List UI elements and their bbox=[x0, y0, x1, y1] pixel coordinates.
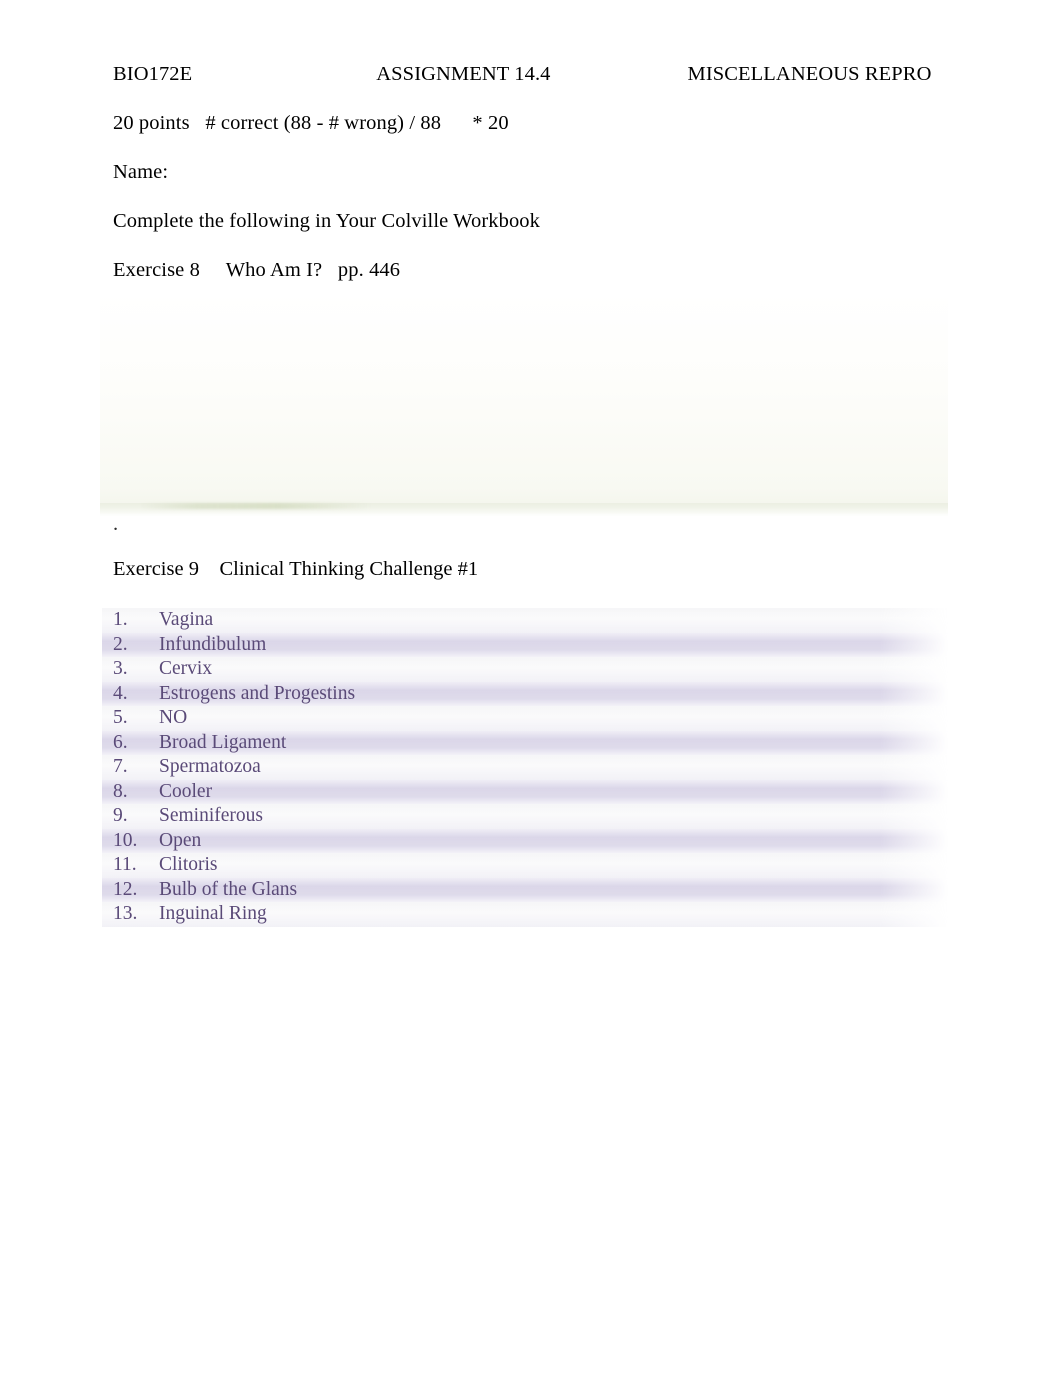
answer-row-number: 6. bbox=[113, 731, 128, 753]
answer-row-text: Clitoris bbox=[159, 854, 218, 876]
answer-row-highlight bbox=[102, 853, 948, 878]
answer-row-text: Open bbox=[159, 829, 202, 851]
answer-row: 11. Clitoris bbox=[102, 853, 948, 878]
answer-row-text: Seminiferous bbox=[159, 805, 263, 827]
answer-row-number: 9. bbox=[113, 805, 128, 827]
answer-row: 2. Infundibulum bbox=[102, 632, 948, 657]
answer-row-highlight bbox=[102, 706, 948, 731]
name-label: Name: bbox=[113, 161, 169, 183]
answer-row-text: Vagina bbox=[159, 609, 214, 631]
answer-row-text: Cooler bbox=[159, 780, 213, 802]
answer-row-highlight bbox=[102, 657, 948, 682]
answer-row-number: 10. bbox=[113, 829, 138, 851]
answer-row-text: Inguinal Ring bbox=[159, 903, 267, 925]
answer-row-number: 13. bbox=[113, 903, 138, 925]
faded-image-placeholder bbox=[100, 292, 948, 514]
answer-row-text: Estrogens and Progestins bbox=[159, 682, 356, 704]
answer-row: 1. Vagina bbox=[102, 608, 948, 633]
document-page: BIO172E ASSIGNMENT 14.4 MISCELLANEOUS REPR… bbox=[0, 0, 1062, 1377]
faded-image-bottom-edge bbox=[100, 503, 948, 516]
answer-row-number: 11. bbox=[113, 854, 137, 876]
exercise-8-heading: Exercise 8 Who Am I? pp. 446 bbox=[113, 259, 401, 281]
scoring-line: 20 points # correct (88 - # wrong) / 88 … bbox=[113, 112, 509, 134]
answer-row-number: 7. bbox=[113, 756, 128, 778]
answer-row: 6. Broad Ligament bbox=[102, 730, 948, 755]
answer-row: 7. Spermatozoa bbox=[102, 755, 948, 780]
answer-row-number: 5. bbox=[113, 707, 128, 729]
header-line: BIO172E ASSIGNMENT 14.4 MISCELLANEOUS REPR… bbox=[113, 58, 973, 90]
answer-row: 5. NO bbox=[102, 706, 948, 731]
answer-list: 1. Vagina 2. Infundibulum 3. Cervix 4. Estrogen… bbox=[102, 608, 948, 927]
answer-row: 13. Inguinal Ring bbox=[102, 902, 948, 927]
answer-row: 10. Open bbox=[102, 828, 948, 853]
answer-row-text: NO bbox=[159, 707, 188, 729]
answer-row-text: Broad Ligament bbox=[159, 731, 287, 753]
answer-row-text: Infundibulum bbox=[159, 633, 267, 655]
topic-title: MISCELLANEOUS REPRO bbox=[687, 63, 932, 85]
answer-row: 4. Estrogens and Progestins bbox=[102, 681, 948, 706]
answer-row-number: 1. bbox=[113, 609, 128, 631]
answer-row-number: 3. bbox=[113, 658, 128, 680]
answer-row: 8. Cooler bbox=[102, 779, 948, 804]
answer-row-highlight bbox=[102, 779, 948, 804]
instruction-line: Complete the following in Your Colville … bbox=[113, 210, 541, 232]
answer-row-number: 12. bbox=[113, 878, 138, 900]
answer-row-text: Bulb of the Glans bbox=[159, 878, 298, 900]
answer-row-number: 8. bbox=[113, 780, 128, 802]
answer-row-highlight bbox=[102, 828, 948, 853]
answer-row: 3. Cervix bbox=[102, 657, 948, 682]
assignment-title: ASSIGNMENT 14.4 bbox=[376, 63, 551, 85]
answer-row: 12. Bulb of the Glans bbox=[102, 877, 948, 902]
answer-row-text: Spermatozoa bbox=[159, 756, 261, 778]
stray-period-mark: . bbox=[113, 513, 119, 535]
course-code: BIO172E bbox=[113, 63, 193, 85]
answer-row: 9. Seminiferous bbox=[102, 804, 948, 829]
answer-row-highlight bbox=[102, 608, 948, 633]
answer-row-text: Cervix bbox=[159, 658, 213, 680]
exercise-9-heading: Exercise 9 Clinical Thinking Challenge #… bbox=[113, 558, 479, 580]
answer-row-number: 4. bbox=[113, 682, 128, 704]
document-header-block: BIO172E ASSIGNMENT 14.4 MISCELLANEOUS REPR… bbox=[113, 58, 973, 286]
answer-row-number: 2. bbox=[113, 633, 128, 655]
